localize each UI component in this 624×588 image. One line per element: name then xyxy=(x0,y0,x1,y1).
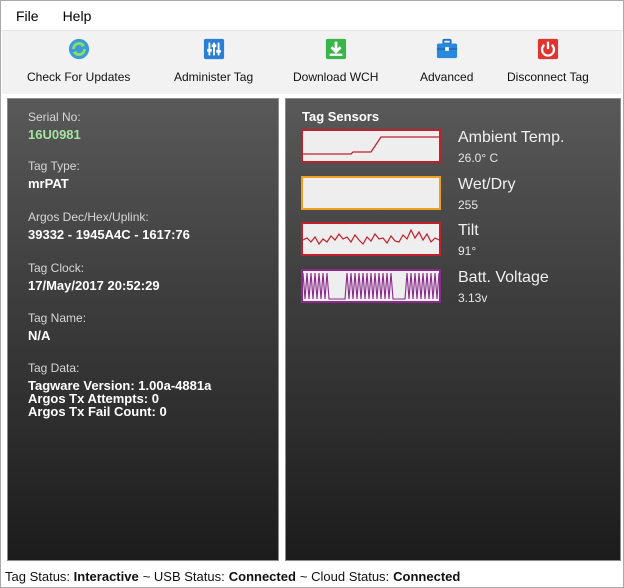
menu-bar: File Help xyxy=(2,2,622,30)
wet-dry-name: Wet/Dry xyxy=(458,176,516,193)
administer-tag-button[interactable]: Administer Tag xyxy=(174,35,253,91)
tag-status-label: Tag Status: xyxy=(5,569,71,584)
disconnect-tag-label: Disconnect Tag xyxy=(507,70,589,84)
cloud-status-label: ~ Cloud Status: xyxy=(299,569,390,584)
serial-value: 16U0981 xyxy=(28,127,81,142)
wet-dry-graph xyxy=(301,176,441,210)
usb-status-label: ~ USB Status: xyxy=(142,569,225,584)
tag-info-panel: Serial No: 16U0981 Tag Type: mrPAT Argos… xyxy=(7,98,279,561)
tag-type-field: Tag Type: mrPAT xyxy=(28,159,80,191)
serial-field: Serial No: 16U0981 xyxy=(28,110,81,142)
argos-tx-fail-count: Argos Tx Fail Count: 0 xyxy=(28,404,167,419)
batt-voltage-value: 3.13v xyxy=(458,291,488,305)
administer-tag-label: Administer Tag xyxy=(174,70,254,84)
tag-sensors-panel: Tag Sensors Ambient Temp. 26.0° C Wet/Dr… xyxy=(285,98,621,561)
tag-data-label: Tag Data: xyxy=(28,361,80,375)
serial-label: Serial No: xyxy=(28,110,81,124)
app-window: File Help Check For Updates Administer T… xyxy=(0,0,624,588)
tag-name-value: N/A xyxy=(28,328,51,343)
disconnect-tag-button[interactable]: Disconnect Tag xyxy=(507,35,589,91)
tag-name-field: Tag Name: N/A xyxy=(28,311,86,343)
argos-label: Argos Dec/Hex/Uplink: xyxy=(28,210,149,224)
download-wch-label: Download WCH xyxy=(293,70,379,84)
sliders-icon xyxy=(203,38,224,60)
check-updates-label: Check For Updates xyxy=(27,70,131,84)
cloud-status-value: Connected xyxy=(393,569,461,584)
tag-clock-value: 17/May/2017 20:52:29 xyxy=(28,278,160,293)
tag-status-value: Interactive xyxy=(73,569,139,584)
status-bar: Tag Status: Interactive ~ USB Status: Co… xyxy=(2,566,622,587)
menu-help[interactable]: Help xyxy=(49,2,102,30)
tag-data-field: Tag Data: Tagware Version: 1.00a-4881a A… xyxy=(28,361,211,418)
batt-voltage-name: Batt. Voltage xyxy=(458,269,549,286)
tilt-value: 91° xyxy=(458,244,477,258)
tilt-name: Tilt xyxy=(458,222,479,239)
tag-clock-field: Tag Clock: 17/May/2017 20:52:29 xyxy=(28,261,160,293)
advanced-label: Advanced xyxy=(420,70,474,84)
argos-field: Argos Dec/Hex/Uplink: 39332 - 1945A4C - … xyxy=(28,210,190,242)
batt-voltage-graph xyxy=(301,269,441,303)
sensors-title: Tag Sensors xyxy=(302,109,380,124)
tag-clock-label: Tag Clock: xyxy=(28,261,85,275)
advanced-button[interactable]: Advanced xyxy=(420,35,473,91)
usb-status-value: Connected xyxy=(228,569,296,584)
download-wch-button[interactable]: Download WCH xyxy=(293,35,378,91)
menu-file[interactable]: File xyxy=(2,2,49,30)
ambient-temp-value: 26.0° C xyxy=(458,151,499,165)
download-icon xyxy=(325,38,346,60)
tilt-graph xyxy=(301,222,441,256)
toolbar: Check For Updates Administer Tag Downloa… xyxy=(2,30,622,94)
argos-value: 39332 - 1945A4C - 1617:76 xyxy=(28,227,190,242)
check-updates-button[interactable]: Check For Updates xyxy=(27,35,130,91)
ambient-temp-graph xyxy=(301,129,441,163)
tag-type-value: mrPAT xyxy=(28,176,69,191)
tag-name-label: Tag Name: xyxy=(28,311,87,325)
briefcase-icon xyxy=(436,38,457,59)
tag-type-label: Tag Type: xyxy=(28,159,80,173)
power-icon xyxy=(537,38,558,60)
ambient-temp-name: Ambient Temp. xyxy=(458,129,565,146)
refresh-icon xyxy=(68,38,89,60)
wet-dry-value: 255 xyxy=(458,198,479,212)
